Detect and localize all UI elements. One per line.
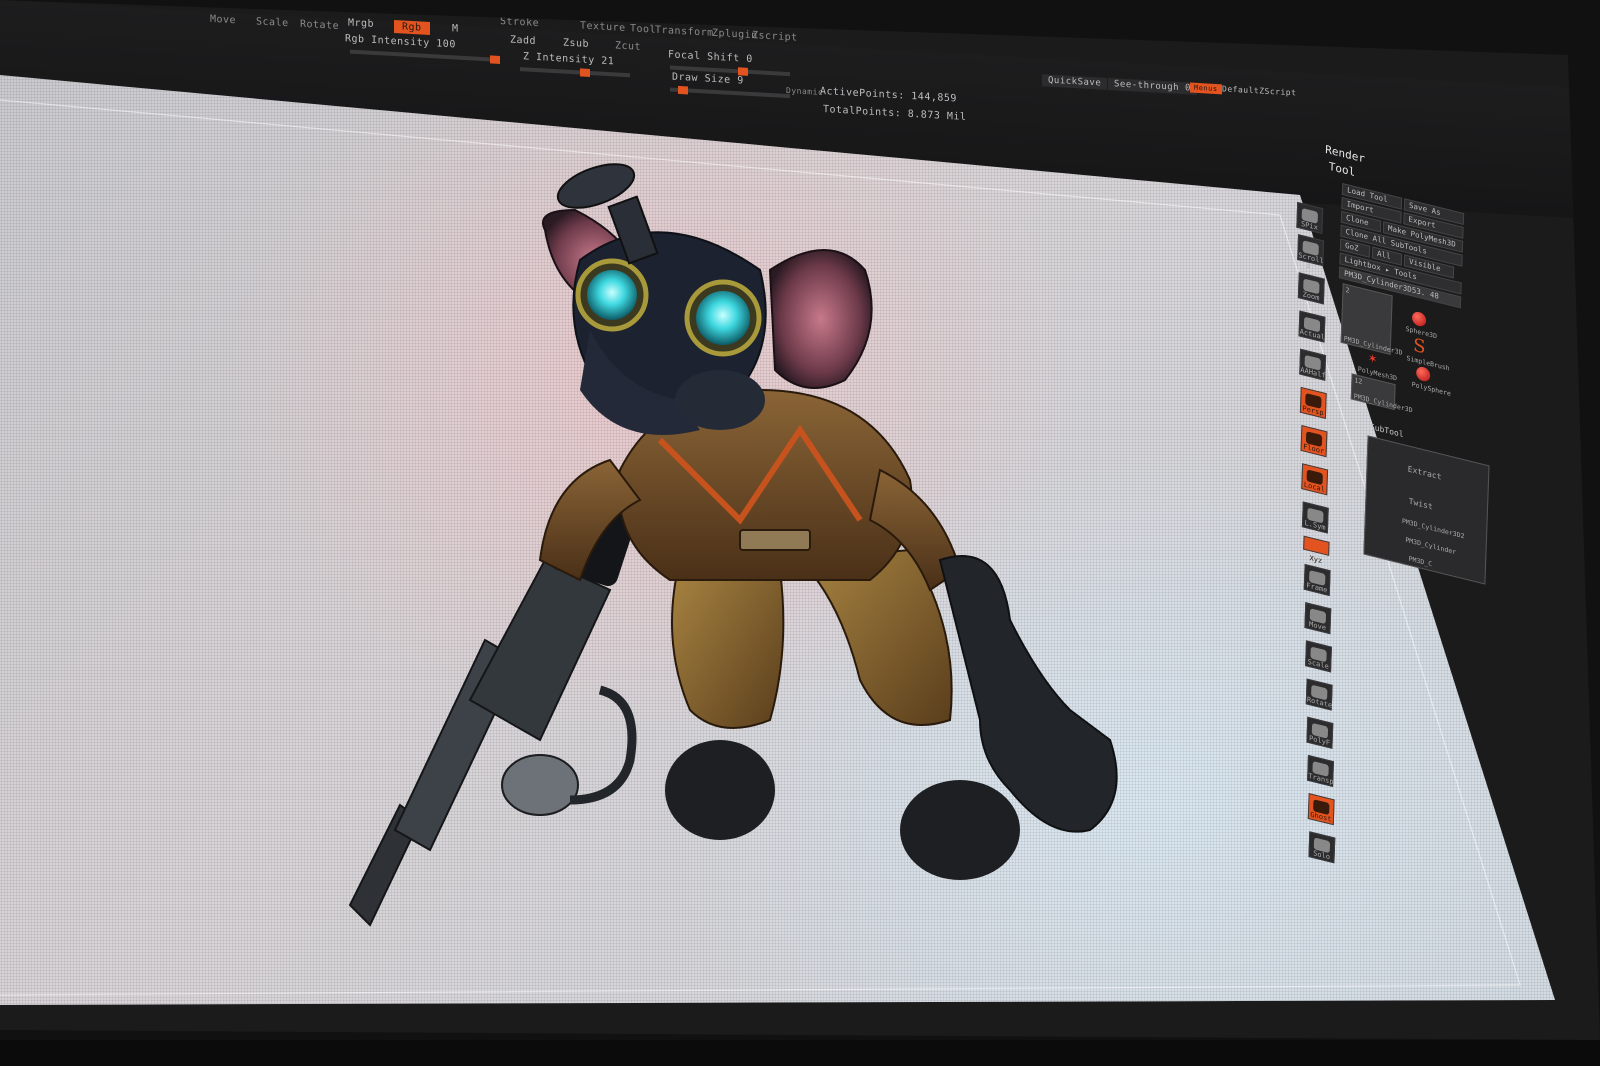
actual-icon[interactable]: Actual [1298, 310, 1326, 343]
frame-icon[interactable]: Frame [1303, 563, 1331, 597]
monitor-bezel: Move Scale Rotate Mrgb Rgb M Rgb Intensi… [0, 0, 1600, 1040]
tool-count: 2 [1345, 285, 1350, 295]
transparency-icon[interactable]: Transp [1307, 754, 1334, 788]
subtool-list[interactable]: Extract Twist PM3D_Cylinder3D2 PM3D_Cyli… [1363, 435, 1490, 585]
tool-palette-title[interactable]: Tool [1328, 160, 1355, 179]
scale-icon[interactable]: Scale [1305, 640, 1332, 673]
aahalf-icon[interactable]: AAHalf [1299, 348, 1327, 381]
polymesh3d-icon[interactable]: ✶ [1368, 350, 1377, 368]
perspective-icon[interactable]: Persp [1299, 386, 1327, 420]
extract-button[interactable]: Extract [1408, 464, 1442, 481]
polysphere-icon[interactable] [1415, 365, 1431, 383]
polyframe-icon[interactable]: PolyF [1306, 716, 1334, 749]
sphere3d-icon[interactable] [1411, 310, 1427, 328]
subtool-item[interactable]: PM3D_C [1409, 555, 1433, 569]
zbrush-window: Move Scale Rotate Mrgb Rgb M Rgb Intensi… [0, 0, 1600, 1040]
tool-name: PolySphere [1411, 380, 1452, 398]
rotate-icon[interactable]: Rotate [1305, 678, 1333, 711]
solo-icon[interactable]: Solo [1308, 831, 1336, 864]
twist-button[interactable]: Twist [1408, 497, 1432, 512]
simplebrush-icon[interactable]: S [1413, 335, 1426, 359]
local-symmetry-icon[interactable]: L.Sym [1301, 501, 1329, 534]
move-icon[interactable]: Move [1304, 602, 1332, 635]
right-panel: SPix 3 Scroll Zoom Actual AAHalf Persp F… [1259, 120, 1600, 1040]
current-tool-thumbnail[interactable]: 2 PM3D_Cylinder3D [1340, 283, 1403, 357]
zoom-icon[interactable]: Zoom [1297, 272, 1325, 305]
head [542, 163, 873, 435]
shelf-label: Xyz [1309, 554, 1323, 566]
tool-name: PM3D_Cylinder3D [1353, 391, 1413, 415]
scroll-icon[interactable]: Scroll [1297, 234, 1325, 267]
ghost-icon[interactable]: Ghost [1307, 793, 1335, 826]
rifle [348, 483, 640, 927]
tool-count: 12 [1354, 376, 1363, 387]
floor-icon[interactable]: Floor [1300, 425, 1328, 458]
subtool-item[interactable]: PM3D_Cylinder [1405, 536, 1456, 557]
bpr-sphere-icon[interactable]: SPix 3 [1296, 201, 1324, 270]
xyz-icon[interactable]: Xyz [1303, 535, 1330, 565]
local-icon[interactable]: Local [1301, 463, 1329, 496]
